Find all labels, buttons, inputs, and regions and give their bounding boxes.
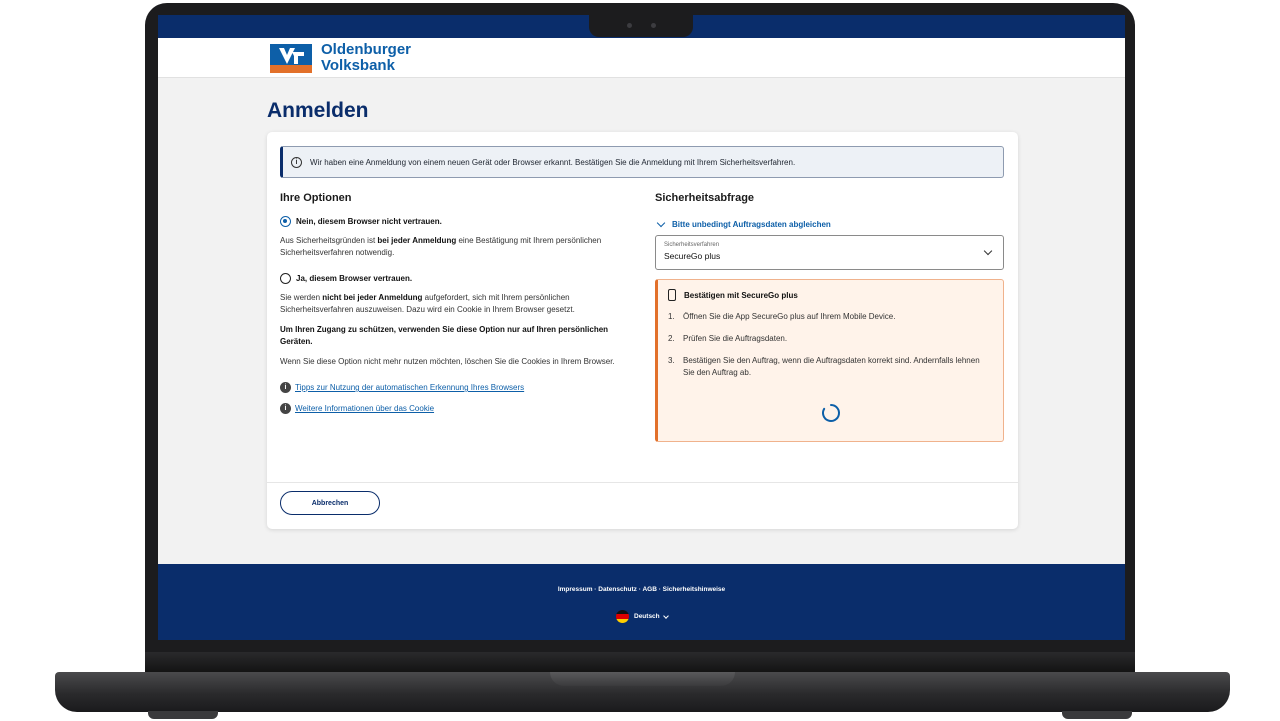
site-header: Oldenburger Volksbank — [158, 38, 1125, 78]
loading-spinner-icon — [822, 404, 840, 422]
security-title: Sicherheitsabfrage — [655, 192, 755, 204]
bank-name[interactable]: Oldenburger Volksbank — [321, 42, 411, 74]
radio-label-trust: Ja, diesem Browser vertrauen. — [296, 274, 413, 283]
no-trust-description: Aus Sicherheitsgründen ist bei jeder Anm… — [280, 236, 602, 257]
laptop-thumb-notch — [550, 672, 735, 686]
language-selector[interactable]: Deutsch — [616, 610, 669, 623]
step-item: 2. Prüfen Sie die Auftragsdaten. — [668, 334, 788, 343]
radio-label-no-trust: Nein, diesem Browser nicht vertrauen. — [296, 217, 442, 226]
german-flag-icon — [616, 610, 629, 623]
securego-confirm-panel: Bestätigen mit SecureGo plus 1. Öffnen S… — [655, 279, 1004, 442]
radio-button-unchecked[interactable] — [280, 273, 291, 284]
step-item: 3. Bestätigen Sie den Auftrag, wenn die … — [668, 356, 980, 377]
tips-link-row[interactable]: i Tipps zur Nutzung der automatischen Er… — [280, 382, 630, 393]
info-banner: i Wir haben eine Anmeldung von einem neu… — [280, 146, 1004, 178]
options-title: Ihre Optionen — [280, 192, 352, 204]
browser-screen: Oldenburger Volksbank Anmelden i Wir hab… — [158, 15, 1125, 640]
select-value: SecureGo plus — [664, 251, 721, 261]
cancel-button[interactable]: Abbrechen — [280, 491, 380, 515]
laptop-hinge — [145, 652, 1135, 674]
panel-title: Bestätigen mit SecureGo plus — [684, 290, 798, 300]
chevron-down-icon — [656, 218, 666, 228]
order-data-toggle[interactable]: Bitte unbedingt Auftragsdaten abgleichen — [655, 218, 1005, 229]
smartphone-icon — [668, 289, 676, 301]
laptop-foot-left — [148, 711, 218, 719]
radio-button-checked[interactable] — [280, 216, 291, 227]
bank-name-line2: Volksbank — [321, 57, 395, 74]
trust-description: Sie werden nicht bei jeder Anmeldung auf… — [280, 293, 575, 314]
options-column: Ihre Optionen Nein, diesem Browser nicht… — [280, 192, 630, 414]
login-card: i Wir haben eine Anmeldung von einem neu… — [267, 132, 1018, 529]
security-column: Sicherheitsabfrage Bitte unbedingt Auftr… — [655, 192, 1005, 442]
card-divider — [267, 482, 1018, 483]
camera-notch — [589, 15, 693, 37]
info-icon: i — [280, 403, 291, 414]
cookie-info-link-row[interactable]: i Weitere Informationen über das Cookie — [280, 403, 630, 414]
personal-device-warning: Um Ihren Zugang zu schützen, verwenden S… — [280, 325, 609, 346]
site-footer: Impressum · Datenschutz · AGB · Sicherhe… — [158, 564, 1125, 640]
steps-list: 1. Öffnen Sie die App SecureGo plus auf … — [668, 311, 993, 379]
info-banner-text: Wir haben eine Anmeldung von einem neuen… — [310, 157, 796, 167]
tips-link[interactable]: Tipps zur Nutzung der automatischen Erke… — [295, 383, 524, 392]
panel-header: Bestätigen mit SecureGo plus — [668, 289, 993, 301]
step-item: 1. Öffnen Sie die App SecureGo plus auf … — [668, 312, 896, 321]
select-floating-label: Sicherheitsverfahren — [664, 242, 720, 248]
laptop-foot-right — [1062, 711, 1132, 719]
info-outline-icon: i — [291, 156, 302, 168]
bank-name-line1: Oldenburger — [321, 41, 412, 58]
radio-option-no-trust[interactable]: Nein, diesem Browser nicht vertrauen. — [280, 216, 630, 227]
cookie-info-link[interactable]: Weitere Informationen über das Cookie — [295, 404, 434, 413]
info-icon: i — [280, 382, 291, 393]
page-title: Anmelden — [267, 99, 369, 122]
radio-option-trust[interactable]: Ja, diesem Browser vertrauen. — [280, 273, 630, 284]
footer-links[interactable]: Impressum · Datenschutz · AGB · Sicherhe… — [158, 586, 1125, 593]
volksbank-logo-icon[interactable] — [270, 44, 312, 73]
order-data-toggle-label: Bitte unbedingt Auftragsdaten abgleichen — [672, 220, 831, 229]
cookie-removal-note: Wenn Sie diese Option nicht mehr nutzen … — [280, 357, 615, 366]
laptop-base — [55, 672, 1230, 712]
chevron-down-icon — [662, 612, 669, 619]
security-method-select[interactable]: Sicherheitsverfahren SecureGo plus — [655, 235, 1004, 270]
language-label: Deutsch — [634, 613, 660, 620]
